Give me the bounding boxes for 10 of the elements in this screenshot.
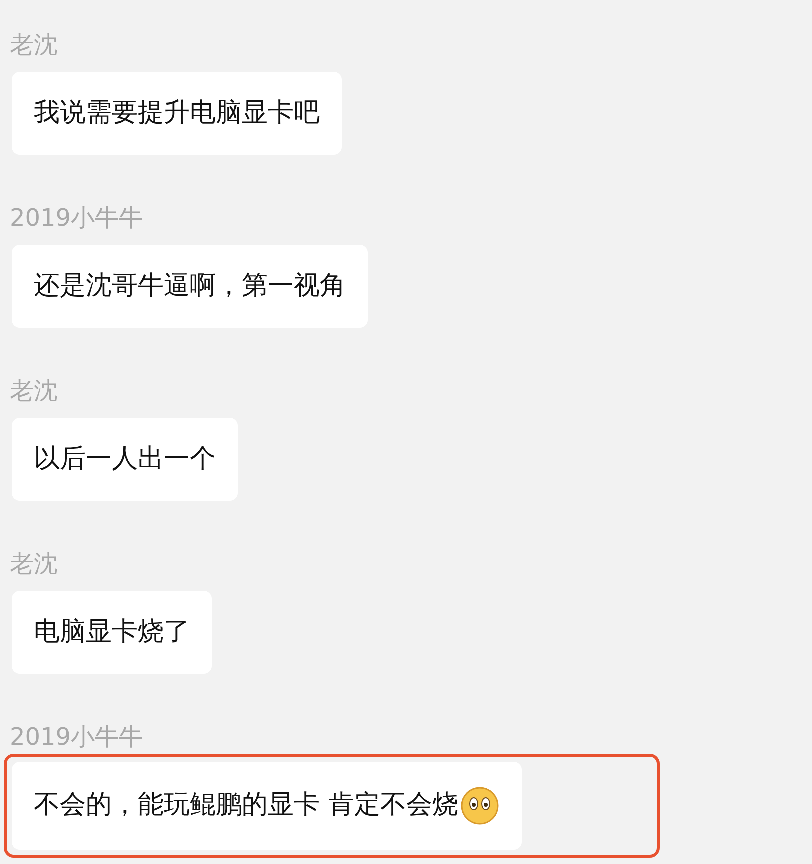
- message-text: 不会的，能玩鲲鹏的显卡 肯定不会烧: [34, 790, 458, 820]
- sender-name: 2019小牛牛: [10, 722, 144, 752]
- sender-name: 2019小牛牛: [10, 203, 144, 233]
- message-text: 以后一人出一个: [34, 444, 216, 474]
- sender-name: 老沈: [10, 30, 59, 60]
- message-text: 我说需要提升电脑显卡吧: [34, 98, 320, 128]
- sender-name: 老沈: [10, 376, 59, 406]
- sender-name: 老沈: [10, 549, 59, 579]
- message-text: 电脑显卡烧了: [34, 617, 190, 647]
- message-text: 还是沈哥牛逼啊，第一视角: [34, 271, 346, 301]
